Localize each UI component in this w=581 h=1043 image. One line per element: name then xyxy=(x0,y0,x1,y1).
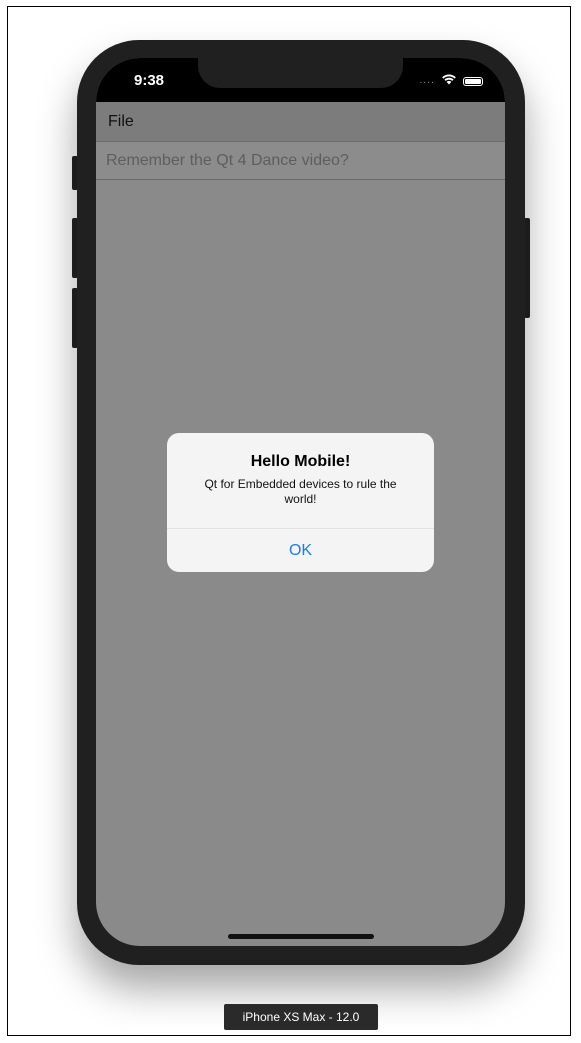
ok-button[interactable]: OK xyxy=(167,529,434,572)
alert-title: Hello Mobile! xyxy=(250,453,351,470)
alert-message: Qt for Embedded devices to rule the worl… xyxy=(204,477,397,506)
alert-dialog: Hello Mobile! Qt for Embedded devices to… xyxy=(167,433,434,572)
status-bar: 9:38 .... xyxy=(96,58,505,102)
battery-icon xyxy=(463,76,483,86)
menu-bar: File xyxy=(96,102,505,142)
signal-dots-icon: .... xyxy=(419,76,435,86)
text-field[interactable]: Remember the Qt 4 Dance video? xyxy=(96,142,505,180)
status-time: 9:38 xyxy=(134,72,165,89)
text-field-value: Remember the Qt 4 Dance video? xyxy=(106,152,349,169)
device-name-label: iPhone XS Max - 12.0 xyxy=(224,1004,378,1030)
wifi-icon xyxy=(441,72,457,90)
home-indicator[interactable] xyxy=(228,934,374,939)
notch xyxy=(198,58,403,88)
file-menu[interactable]: File xyxy=(96,102,146,142)
status-icons: .... xyxy=(420,74,483,88)
